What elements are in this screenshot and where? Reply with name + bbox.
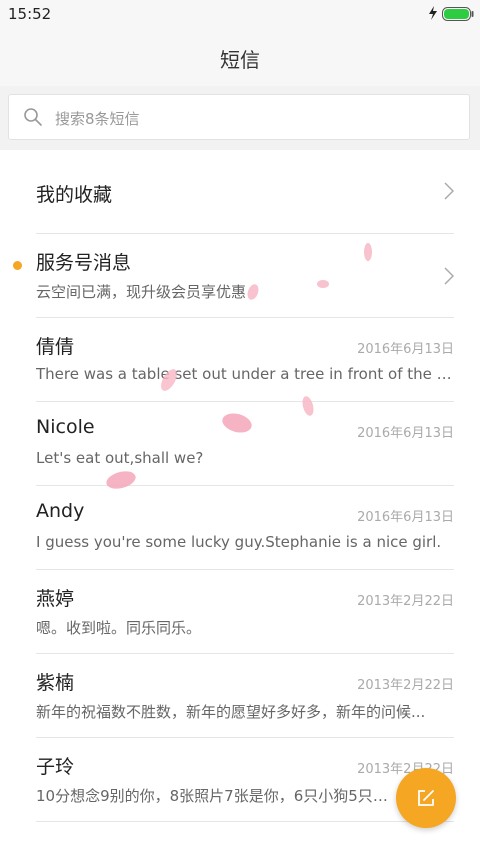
petal-decoration: [222, 413, 252, 433]
page-title: 短信: [220, 48, 260, 72]
contact-name: 倩倩: [36, 336, 75, 358]
message-date: 2016年6月13日: [357, 342, 454, 357]
favorites-label: 我的收藏: [36, 184, 113, 206]
status-time: 15:52: [8, 5, 52, 23]
petal-decoration: [317, 280, 329, 288]
search-area: 搜索8条短信: [0, 86, 480, 150]
unread-dot: [13, 261, 22, 270]
conversation-row[interactable]: 子玲 2013年2月22日 10分想念9别的你，8张照片7张是你，6只小狗5只像…: [36, 738, 454, 822]
search-icon: [24, 108, 42, 126]
message-preview: Let's eat out,shall we?: [36, 449, 204, 467]
battery-icon: [442, 7, 474, 21]
message-date: 2016年6月13日: [357, 426, 454, 441]
search-input[interactable]: 搜索8条短信: [8, 94, 470, 140]
header: 短信: [0, 28, 480, 86]
service-preview: 云空间已满，现升级会员享优惠: [36, 283, 247, 301]
compose-icon: [418, 790, 434, 806]
charging-icon: [429, 6, 437, 20]
favorites-row[interactable]: 我的收藏: [36, 150, 454, 234]
message-preview: 10分想念9别的你，8张照片7张是你，6只小狗5只像你...: [36, 787, 396, 805]
message-date: 2016年6月13日: [357, 510, 454, 525]
message-preview: There was a table set out under a tree i…: [36, 365, 454, 383]
search-placeholder: 搜索8条短信: [55, 110, 140, 128]
message-date: 2013年2月22日: [357, 594, 454, 609]
contact-name: 子玲: [36, 756, 75, 778]
contact-name: Nicole: [36, 416, 95, 438]
compose-button[interactable]: [396, 768, 456, 828]
service-messages-row[interactable]: 服务号消息 云空间已满，现升级会员享优惠: [13, 234, 454, 318]
status-bar: 15:52: [0, 0, 480, 28]
message-preview: I guess you're some lucky guy.Stephanie …: [36, 533, 442, 551]
message-preview: 嗯。收到啦。同乐同乐。: [36, 619, 202, 637]
contact-name: Andy: [36, 500, 85, 522]
conversation-row[interactable]: 倩倩 2016年6月13日 There was a table set out …: [36, 318, 454, 402]
chevron-right-icon: [444, 182, 454, 200]
petal-decoration: [161, 369, 177, 391]
chevron-right-icon: [444, 267, 454, 285]
message-date: 2013年2月22日: [357, 678, 454, 693]
petal-decoration: [106, 471, 136, 489]
conversation-row[interactable]: 燕婷 2013年2月22日 嗯。收到啦。同乐同乐。: [36, 570, 454, 654]
conversation-row[interactable]: Andy 2016年6月13日 I guess you're some luck…: [36, 486, 454, 570]
message-preview: 新年的祝福数不胜数，新年的愿望好多好多，新年的问候...: [36, 703, 426, 721]
service-name: 服务号消息: [36, 252, 132, 274]
petal-decoration: [302, 396, 314, 416]
contact-name: 紫楠: [36, 672, 75, 694]
petal-decoration: [247, 284, 259, 300]
conversation-row[interactable]: 紫楠 2013年2月22日 新年的祝福数不胜数，新年的愿望好多好多，新年的问候.…: [36, 654, 454, 738]
contact-name: 燕婷: [36, 588, 75, 610]
petal-decoration: [364, 243, 372, 261]
